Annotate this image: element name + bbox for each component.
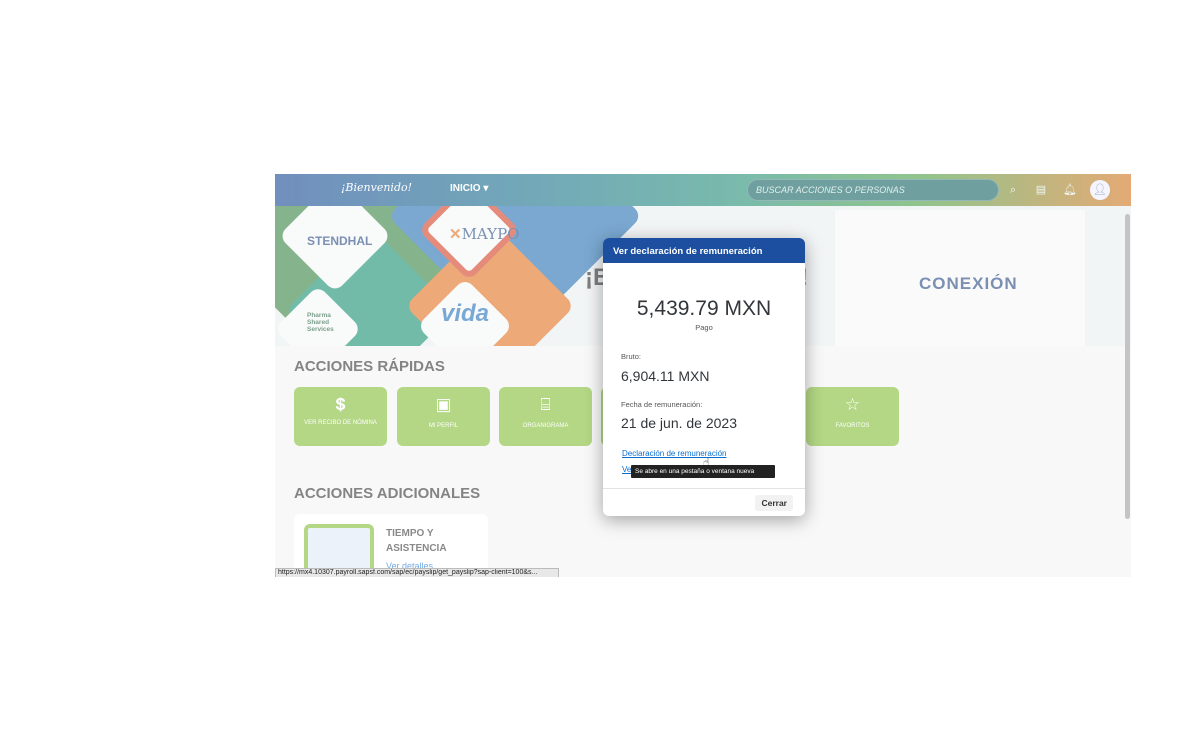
secondary-link[interactable]: Ve bbox=[622, 465, 631, 474]
pay-date-label: Fecha de remuneración: bbox=[621, 400, 703, 409]
net-pay-amount: 5,439.79 MXN bbox=[636, 297, 772, 320]
net-pay-label: Pago bbox=[695, 323, 713, 332]
dialog-footer: Cerrar bbox=[603, 488, 805, 516]
gross-value: 6,904.11 MXN bbox=[621, 368, 710, 384]
pay-date-value: 21 de jun. de 2023 bbox=[621, 415, 737, 431]
gross-label: Bruto: bbox=[621, 352, 642, 361]
browser-status-url: https://mx4.10307.payroll.sapsf.com/sap/… bbox=[275, 568, 559, 577]
payslip-dialog: Ver declaración de remuneración 5,439.79… bbox=[603, 238, 805, 516]
dialog-title: Ver declaración de remuneración bbox=[603, 238, 805, 263]
payslip-statement-link[interactable]: Declaración de remuneración bbox=[622, 449, 727, 458]
mouse-pointer-icon: ☝︎ bbox=[703, 457, 710, 469]
app-window: ¡Bienvenido! INICIO ▾ BUSCAR ACCIONES O … bbox=[275, 174, 1131, 577]
close-button[interactable]: Cerrar bbox=[755, 495, 793, 511]
